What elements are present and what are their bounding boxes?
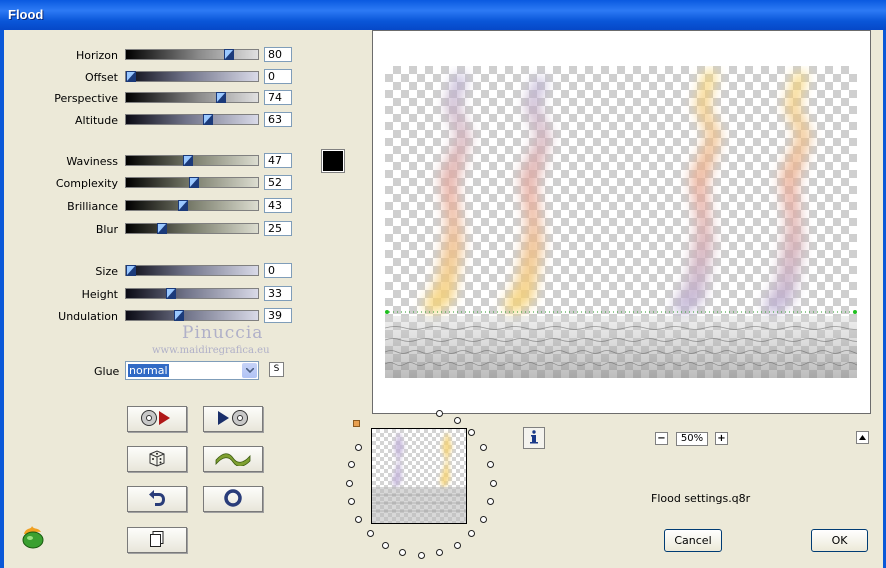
param-label-waviness: Waviness: [66, 155, 118, 168]
param-label-horizon: Horizon: [75, 49, 118, 62]
thumbnail-render: [372, 433, 466, 523]
dial-dot[interactable]: [347, 460, 355, 468]
slider-thumb[interactable]: [202, 114, 213, 125]
slider-brilliance[interactable]: [125, 200, 259, 211]
wave-button[interactable]: [203, 446, 263, 472]
dial-dot[interactable]: [417, 551, 425, 559]
param-label-undulation: Undulation: [58, 310, 118, 323]
dial-dot[interactable]: [489, 479, 497, 487]
dial-dot[interactable]: [381, 541, 389, 549]
dial-dot[interactable]: [355, 443, 363, 451]
glue-s-button[interactable]: S: [269, 362, 284, 377]
dial-dot[interactable]: [355, 515, 363, 523]
glue-label: Glue: [94, 365, 120, 378]
dial-dot[interactable]: [479, 443, 487, 451]
dial-dot[interactable]: [398, 549, 406, 557]
zoom-level[interactable]: 50%: [676, 432, 708, 446]
zoom-out-button[interactable]: −: [655, 432, 668, 445]
param-label-brilliance: Brilliance: [67, 200, 118, 213]
app-logo-icon: [20, 524, 46, 550]
slider-thumb[interactable]: [173, 310, 184, 321]
reset-button[interactable]: [127, 486, 187, 512]
color-swatch[interactable]: [321, 149, 345, 173]
param-label-complexity: Complexity: [55, 177, 118, 190]
dial-dot[interactable]: [487, 460, 495, 468]
slider-altitude[interactable]: [125, 114, 259, 125]
watermark-name: Pinuccia: [182, 323, 264, 343]
zoom-in-button[interactable]: +: [715, 432, 728, 445]
value-waviness[interactable]: 47: [264, 153, 292, 168]
value-offset[interactable]: 0: [264, 69, 292, 84]
undo-arrow-icon: [148, 489, 166, 510]
play-to-end-button[interactable]: [203, 406, 263, 432]
value-brilliance[interactable]: 43: [264, 198, 292, 213]
param-label-blur: Blur: [95, 223, 118, 236]
dial-dot[interactable]: [479, 515, 487, 523]
randomize-button[interactable]: [127, 446, 187, 472]
slider-thumb[interactable]: [183, 155, 194, 166]
slider-offset[interactable]: [125, 71, 259, 82]
watermark-url: www.maidiregrafica.eu: [152, 345, 270, 356]
glue-select[interactable]: normal: [125, 361, 259, 380]
slider-complexity[interactable]: [125, 177, 259, 188]
slider-horizon[interactable]: [125, 49, 259, 60]
collapse-preview-button[interactable]: [856, 431, 869, 444]
info-button[interactable]: [523, 427, 545, 449]
dial-dot[interactable]: [453, 541, 461, 549]
param-label-altitude: Altitude: [75, 114, 118, 127]
value-perspective[interactable]: 74: [264, 90, 292, 105]
slider-thumb[interactable]: [126, 265, 136, 276]
value-horizon[interactable]: 80: [264, 47, 292, 62]
slider-height[interactable]: [125, 288, 259, 299]
value-altitude[interactable]: 63: [264, 112, 292, 127]
circle-button[interactable]: [203, 486, 263, 512]
slider-thumb[interactable]: [223, 49, 234, 60]
navigator-thumbnail[interactable]: [371, 428, 467, 524]
slider-thumb[interactable]: [156, 223, 167, 234]
title-bar: Flood: [0, 0, 886, 30]
slider-thumb[interactable]: [216, 92, 227, 103]
slider-blur[interactable]: [125, 223, 259, 234]
slider-thumb[interactable]: [178, 200, 189, 211]
settings-filename: Flood settings.q8r: [651, 492, 751, 505]
slider-perspective[interactable]: [125, 92, 259, 103]
dial-dot[interactable]: [345, 479, 353, 487]
info-icon: [529, 429, 539, 447]
slider-thumb[interactable]: [189, 177, 200, 188]
ok-button[interactable]: OK: [811, 529, 868, 552]
glue-select-value: normal: [128, 364, 169, 377]
value-undulation[interactable]: 39: [264, 308, 292, 323]
navigator-handle[interactable]: [353, 420, 360, 427]
copy-document-icon: [148, 530, 166, 551]
param-label-size: Size: [95, 265, 118, 278]
param-label-perspective: Perspective: [54, 92, 118, 105]
window-title: Flood: [8, 7, 44, 22]
disc-play-icon: [140, 409, 174, 430]
dial-dot[interactable]: [468, 428, 476, 436]
ring-icon: [224, 488, 242, 510]
cancel-button[interactable]: Cancel: [664, 529, 722, 552]
slider-size[interactable]: [125, 265, 259, 276]
param-label-height: Height: [81, 288, 118, 301]
slider-undulation[interactable]: [125, 310, 259, 321]
chevron-down-icon[interactable]: [242, 363, 257, 378]
value-blur[interactable]: 25: [264, 221, 292, 236]
value-height[interactable]: 33: [264, 286, 292, 301]
preview-flood-render: [385, 70, 857, 378]
play-from-start-button[interactable]: [127, 406, 187, 432]
slider-thumb[interactable]: [126, 71, 136, 82]
slider-waviness[interactable]: [125, 155, 259, 166]
dial-dot[interactable]: [366, 530, 374, 538]
copy-button[interactable]: [127, 527, 187, 553]
preview-image[interactable]: [385, 66, 857, 378]
play-disc-icon: [216, 409, 250, 430]
value-size[interactable]: 0: [264, 263, 292, 278]
wave-icon: [215, 450, 251, 469]
value-complexity[interactable]: 52: [264, 175, 292, 190]
slider-thumb[interactable]: [166, 288, 177, 299]
dial-dot[interactable]: [453, 417, 461, 425]
param-label-offset: Offset: [84, 71, 118, 84]
chevron-up-icon: [859, 432, 866, 443]
dice-icon: [147, 448, 167, 471]
